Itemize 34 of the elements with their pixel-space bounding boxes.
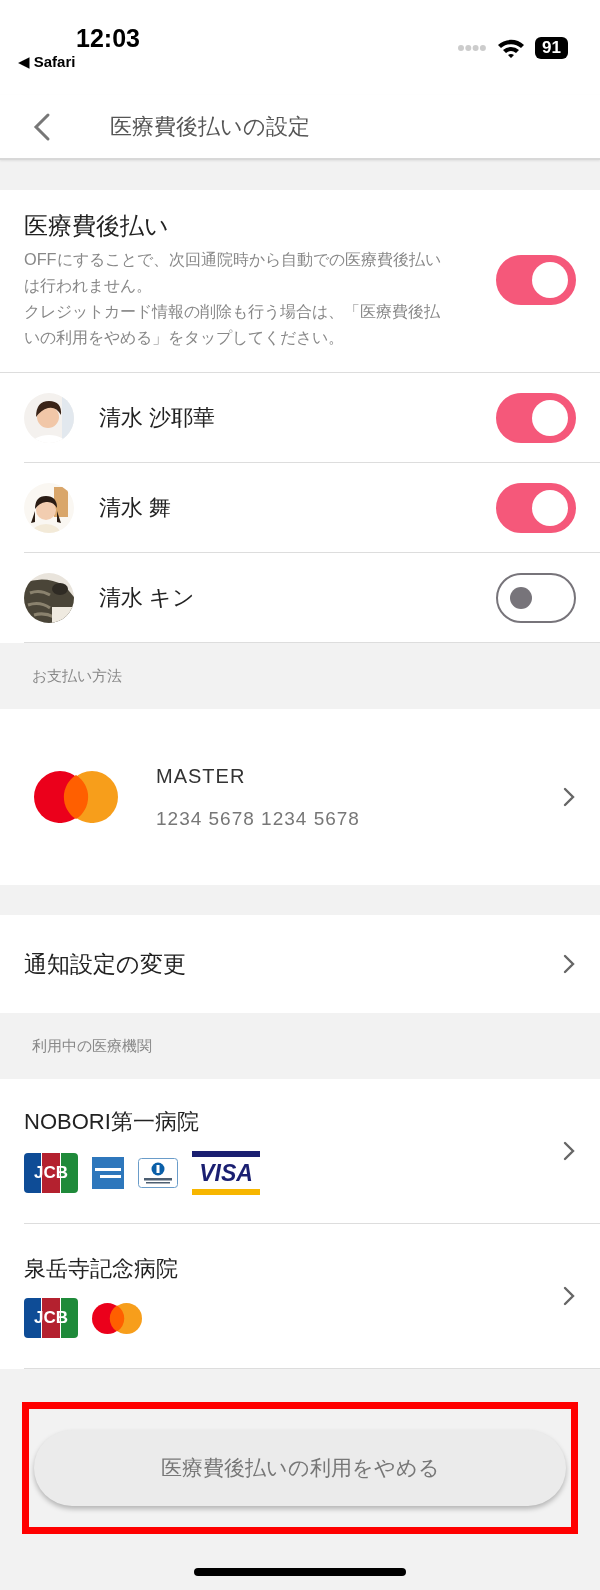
member-name: 清水 舞 [99, 493, 173, 522]
mastercard-logo-icon [34, 770, 118, 824]
card-brand: MASTER [156, 764, 247, 788]
setting-description: クレジットカード情報の削除も行う場合は、「医療費後払いの利用をやめる」をタップしてください。 [24, 301, 441, 348]
chevron-right-icon [562, 786, 576, 808]
signal-icon [457, 43, 488, 52]
payment-card-row[interactable]: MASTER 1234 5678 1234 5678 [0, 709, 600, 885]
member-name: 清水 沙耶華 [99, 403, 217, 432]
chevron-right-icon [562, 1285, 576, 1307]
notification-settings-row[interactable]: 通知設定の変更 [0, 915, 600, 1013]
member-name: 清水 キン [99, 583, 197, 612]
card-number: 1234 5678 1234 5678 [156, 807, 361, 830]
institution-name: NOBORI第一病院 [24, 1108, 200, 1136]
chevron-right-icon [562, 1140, 576, 1162]
setting-title: 医療費後払い [24, 211, 170, 241]
section-label: お支払い方法 [32, 666, 122, 686]
diners-club-logo-icon [138, 1158, 178, 1188]
toggle-switch[interactable] [496, 572, 576, 623]
mastercard-logo-icon [92, 1302, 142, 1334]
back-to-app-link[interactable]: ◀ Safari [18, 53, 76, 71]
section-label: 利用中の医療機関 [32, 1036, 152, 1056]
battery-indicator: 91 [535, 36, 568, 59]
chevron-right-icon [562, 953, 576, 975]
institution-name: 泉岳寺記念病院 [24, 1255, 179, 1283]
back-icon[interactable] [32, 111, 52, 142]
visa-logo: VISA [192, 1151, 260, 1195]
toggle-switch[interactable] [496, 255, 576, 305]
status-time: 12:03 [76, 24, 140, 53]
amex-logo-icon [92, 1157, 124, 1189]
toggle-switch[interactable] [496, 392, 576, 443]
toggle-switch[interactable] [496, 482, 576, 533]
page-title: 医療費後払いの設定 [110, 112, 310, 141]
stop-deferred-payment-button[interactable]: 医療費後払いの利用をやめる [34, 1430, 566, 1506]
setting-description: OFFにすることで、次回通院時から自動での医療費後払いは行われません。 [24, 249, 442, 296]
